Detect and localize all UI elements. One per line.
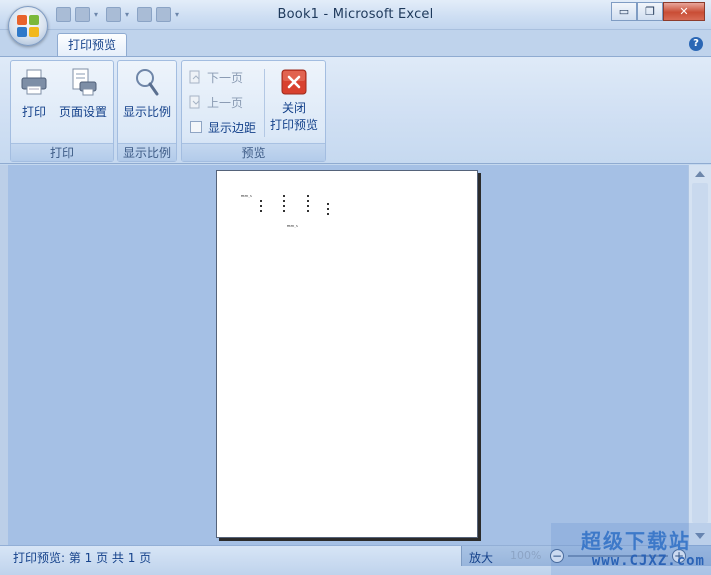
show-margins-check[interactable] — [190, 121, 202, 133]
scroll-up-icon[interactable] — [695, 171, 705, 177]
print-label: 打印 — [21, 105, 46, 119]
page-setup-icon — [68, 67, 98, 97]
next-page-button[interactable]: 下一页 — [188, 67, 243, 87]
page-header-text: MSTK_S — [241, 194, 252, 198]
watermark-chinese: 超级下载站 — [581, 529, 691, 553]
zoom-label: 显示比例 — [123, 105, 172, 119]
zoom-group: 显示比例 显示比例 — [117, 60, 177, 162]
cell-column-4 — [327, 203, 329, 218]
zoom-group-label: 显示比例 — [118, 143, 176, 161]
close-preview-icon — [279, 67, 309, 97]
cell-column-2 — [283, 195, 285, 215]
previous-page-label: 上一页 — [207, 95, 244, 110]
office-logo-icon — [17, 15, 39, 37]
preview-canvas: MSTK_S MSTK_S — [0, 165, 688, 545]
vertical-scrollbar[interactable] — [688, 165, 711, 545]
magnifier-icon — [132, 67, 162, 97]
title-bar: ▾ ▾ ▾ Book1 - Microsoft Excel ▭ ❐ ✕ — [0, 0, 711, 30]
printer-icon — [19, 67, 49, 97]
scroll-track[interactable] — [692, 183, 708, 523]
close-window-button[interactable]: ✕ — [663, 2, 705, 21]
cell-column-3 — [307, 195, 309, 215]
preview-page[interactable]: MSTK_S MSTK_S — [216, 170, 478, 538]
tab-print-preview[interactable]: 打印预览 — [57, 33, 128, 57]
watermark-url: www.CJXZ.com — [591, 553, 705, 569]
close-preview-label-1: 关闭 — [282, 101, 307, 115]
preview-group: 下一页 上一页 显示边距 关闭 打印预览 预览 — [181, 60, 326, 162]
preview-group-label: 预览 — [182, 143, 325, 161]
zoom-in-label[interactable]: 放大 — [469, 549, 493, 566]
close-icon: ✕ — [679, 5, 689, 18]
restore-icon: ❐ — [645, 5, 655, 18]
previous-page-button[interactable]: 上一页 — [188, 92, 243, 112]
show-margins-checkbox[interactable]: 显示边距 — [190, 117, 256, 137]
window-title: Book1 - Microsoft Excel — [277, 7, 434, 22]
window-controls: ▭ ❐ ✕ — [611, 2, 705, 21]
status-page-info: 打印预览: 第 1 页 共 1 页 — [13, 551, 152, 565]
next-page-icon — [189, 70, 200, 84]
minimize-icon: ▭ — [618, 5, 630, 18]
ribbon: 打印 页面设置 打印 显示比例 显示比例 下一页 上一页 显示边距 关闭 打印预… — [0, 56, 711, 164]
zoom-button[interactable]: 显示比例 — [123, 67, 171, 120]
page-setup-button[interactable]: 页面设置 — [59, 67, 107, 120]
close-print-preview-button[interactable]: 关闭 打印预览 — [270, 67, 318, 133]
restore-button[interactable]: ❐ — [637, 2, 663, 21]
page-footer-text: MSTK_S — [287, 224, 298, 228]
show-margins-label: 显示边距 — [208, 120, 257, 135]
help-icon[interactable]: ? — [689, 37, 703, 51]
previous-page-icon — [189, 95, 200, 109]
minimize-button[interactable]: ▭ — [611, 2, 637, 21]
print-group-label: 打印 — [11, 143, 113, 161]
ribbon-tab-row: 打印预览 ? — [0, 30, 711, 57]
close-preview-label-2: 打印预览 — [270, 118, 319, 132]
preview-group-separator — [264, 69, 265, 137]
print-button[interactable]: 打印 — [19, 67, 49, 120]
zoom-percentage[interactable]: 100% — [510, 549, 541, 562]
print-group: 打印 页面设置 打印 — [10, 60, 114, 162]
next-page-label: 下一页 — [207, 70, 244, 85]
cell-column-1 — [260, 200, 262, 215]
office-button[interactable] — [8, 6, 48, 46]
page-setup-label: 页面设置 — [59, 105, 108, 119]
